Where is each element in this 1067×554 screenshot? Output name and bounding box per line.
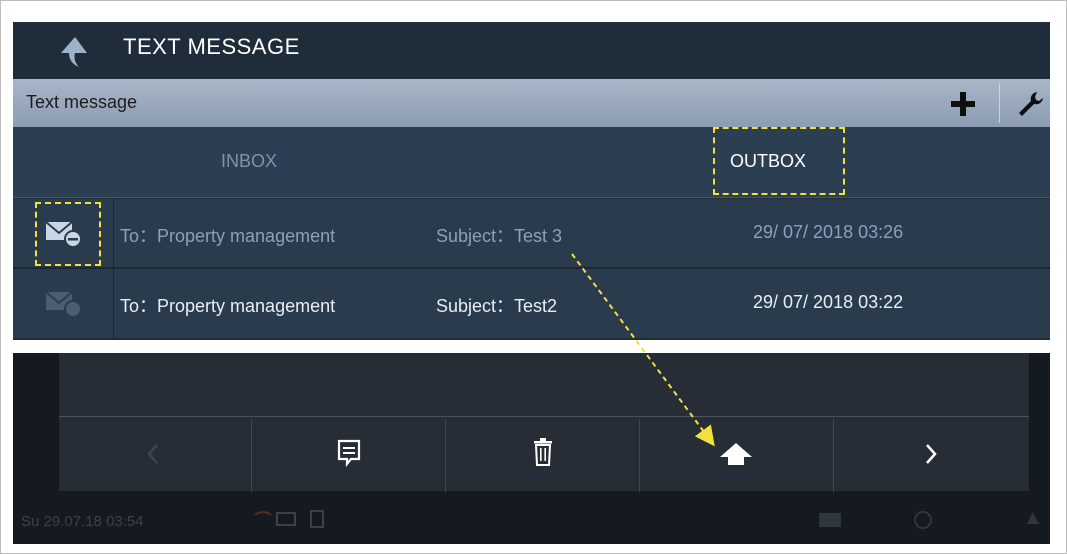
- message-datetime: 29/ 07/ 2018 03:26: [753, 222, 904, 242]
- message-recipient: To：Property management: [120, 226, 336, 246]
- title-bar: TEXT MESSAGE: [13, 22, 1050, 79]
- highlight-message-icon: [35, 202, 101, 266]
- bottom-control-panel: Su 29.07.18 03:54: [13, 353, 1050, 544]
- message-datetime: 29/ 07/ 2018 03:22: [753, 292, 904, 312]
- next-button[interactable]: [834, 419, 1027, 492]
- trash-icon: [534, 438, 552, 466]
- chevron-right-icon: [926, 444, 937, 464]
- message-subject: Subject：Test 3: [436, 226, 563, 246]
- status-right-icons: [819, 511, 1039, 529]
- message-button[interactable]: [252, 419, 445, 492]
- prev-button[interactable]: [59, 419, 252, 492]
- status-datetime: Su 29.07.18 03:54: [21, 513, 144, 530]
- divider: [999, 83, 1000, 123]
- delete-button[interactable]: [446, 419, 639, 492]
- message-row[interactable]: To：Property management Subject：Test 3 29…: [13, 199, 1050, 268]
- toolbar-divider: [59, 416, 1029, 417]
- tab-bar: INBOX OUTBOX: [13, 127, 1050, 198]
- section-label: Text message: [26, 92, 138, 112]
- text-message-screen: TEXT MESSAGE Text message INBOX OUTBOX T…: [13, 22, 1050, 340]
- chevron-left-icon: [147, 444, 158, 464]
- highlight-outbox: [713, 127, 845, 195]
- tab-inbox[interactable]: INBOX: [221, 151, 277, 172]
- message-recipient: To：Property management: [120, 296, 336, 316]
- back-arrow-icon[interactable]: [57, 35, 93, 69]
- message-subject: Subject：Test2: [436, 296, 558, 316]
- message-icon-cell: [13, 269, 114, 338]
- page-title: TEXT MESSAGE: [123, 34, 300, 59]
- envelope-check-icon[interactable]: [45, 290, 83, 318]
- section-bar: Text message: [13, 79, 1050, 127]
- message-icon: [337, 439, 361, 467]
- message-row[interactable]: To：Property management Subject：Test2 29/…: [13, 269, 1050, 338]
- status-icons: [254, 510, 324, 528]
- home-button[interactable]: [640, 419, 833, 492]
- add-icon[interactable]: [946, 87, 980, 121]
- home-icon: [720, 443, 752, 465]
- wrench-icon[interactable]: [1015, 89, 1045, 119]
